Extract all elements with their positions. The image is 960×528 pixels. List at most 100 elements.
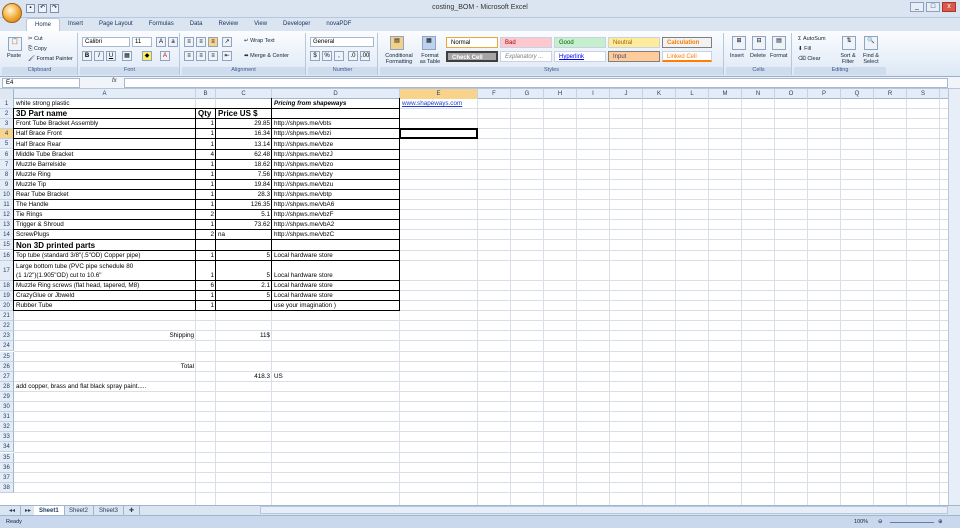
- row-header[interactable]: 38: [0, 482, 14, 493]
- column-header[interactable]: B: [196, 89, 216, 99]
- part-qty-cell[interactable]: 1: [197, 292, 215, 300]
- grow-font-icon[interactable]: A: [156, 37, 166, 47]
- row-header[interactable]: 2: [0, 109, 14, 120]
- tab-review[interactable]: Review: [210, 18, 246, 31]
- row-header[interactable]: 10: [0, 189, 14, 200]
- row-header[interactable]: 32: [0, 422, 14, 433]
- part-link-cell[interactable]: http://shpws.me/vbzF: [273, 211, 399, 219]
- row-header[interactable]: 12: [0, 210, 14, 221]
- part-link-cell[interactable]: http://shpws.me/vbtp: [273, 191, 399, 199]
- column-header[interactable]: I: [577, 89, 610, 99]
- part-price-cell[interactable]: 2.1: [217, 282, 271, 290]
- tab-view[interactable]: View: [246, 18, 275, 31]
- row-header[interactable]: 15: [0, 240, 14, 251]
- part-price-cell[interactable]: 16.34: [217, 130, 271, 138]
- row-header[interactable]: 6: [0, 149, 14, 160]
- part-price-cell[interactable]: na: [217, 231, 271, 239]
- close-button[interactable]: x: [942, 2, 956, 12]
- conditional-formatting-icon[interactable]: ▤: [390, 36, 404, 50]
- row-header[interactable]: 19: [0, 290, 14, 301]
- column-header[interactable]: G: [511, 89, 544, 99]
- header-qty[interactable]: Qty: [197, 110, 215, 118]
- row-header[interactable]: 9: [0, 179, 14, 190]
- format-cells-button[interactable]: Format: [770, 53, 787, 59]
- row-header[interactable]: 23: [0, 331, 14, 342]
- part-name-cell[interactable]: CrazyGlue or Jbweld: [15, 292, 195, 300]
- row-header[interactable]: 20: [0, 301, 14, 312]
- format-as-table-icon[interactable]: ▦: [422, 36, 436, 50]
- orientation-icon[interactable]: ↗: [222, 37, 232, 47]
- row-header[interactable]: 30: [0, 402, 14, 413]
- zoom-slider[interactable]: [890, 522, 934, 523]
- minimize-button[interactable]: _: [910, 2, 924, 12]
- column-header[interactable]: P: [808, 89, 841, 99]
- part-name-cell[interactable]: ScrewPlugs: [15, 231, 195, 239]
- part-name-cell[interactable]: Rear Tube Bracket: [15, 191, 195, 199]
- part-price-cell[interactable]: 126.35: [217, 201, 271, 209]
- align-middle-icon[interactable]: ≡: [196, 37, 206, 47]
- font-name-select[interactable]: Calibri: [82, 37, 130, 47]
- part-qty-cell[interactable]: 1: [197, 171, 215, 179]
- style-normal[interactable]: Normal: [446, 37, 498, 48]
- active-cell-e4[interactable]: [399, 128, 478, 140]
- row-header[interactable]: 22: [0, 321, 14, 332]
- part-name-cell[interactable]: Muzzle Ring: [15, 171, 195, 179]
- part-source-cell[interactable]: use your imagination ): [273, 302, 399, 310]
- total-currency[interactable]: US: [273, 373, 399, 381]
- align-left-icon[interactable]: ≡: [184, 51, 194, 61]
- font-color-icon[interactable]: A: [160, 51, 170, 61]
- part-link-cell[interactable]: http://shpws.me/vbts: [273, 120, 399, 128]
- style-explanatory[interactable]: Explanatory ...: [500, 51, 552, 62]
- part-price-cell[interactable]: 18.62: [217, 161, 271, 169]
- part-name-cell-line2[interactable]: (1 1/2")(1.905"OD) cut to 10.6": [15, 272, 195, 280]
- insert-cells-button[interactable]: Insert: [730, 53, 744, 59]
- shrink-font-icon[interactable]: a: [168, 37, 178, 47]
- name-box[interactable]: E4: [2, 78, 80, 88]
- part-price-cell[interactable]: 28.3: [217, 191, 271, 199]
- part-name-cell[interactable]: Muzzle Barrelside: [15, 161, 195, 169]
- column-header[interactable]: N: [742, 89, 775, 99]
- part-name-cell[interactable]: Muzzle Tip: [15, 181, 195, 189]
- part-name-cell[interactable]: Muzzle Ring screws (flat head, tapered, …: [15, 282, 195, 290]
- column-header[interactable]: S: [907, 89, 940, 99]
- italic-button[interactable]: I: [94, 51, 104, 61]
- tab-page-layout[interactable]: Page Layout: [91, 18, 141, 31]
- column-header[interactable]: K: [643, 89, 676, 99]
- office-button[interactable]: [2, 3, 22, 23]
- row-header[interactable]: 37: [0, 472, 14, 483]
- part-qty-cell[interactable]: 1: [197, 201, 215, 209]
- part-qty-cell[interactable]: 6: [197, 282, 215, 290]
- part-qty-cell[interactable]: 1: [197, 130, 215, 138]
- conditional-formatting-button[interactable]: Conditional Formatting: [382, 53, 416, 65]
- row-header[interactable]: 24: [0, 341, 14, 352]
- format-painter-button[interactable]: 🖌 Format Painter: [28, 56, 73, 62]
- column-header[interactable]: C: [216, 89, 272, 99]
- delete-cells-button[interactable]: Delete: [750, 53, 766, 59]
- column-header[interactable]: L: [676, 89, 709, 99]
- align-bottom-icon[interactable]: ≡: [208, 37, 218, 47]
- part-source-cell[interactable]: Local hardware store: [273, 292, 399, 300]
- column-header[interactable]: A: [14, 89, 196, 99]
- clear-button[interactable]: ⌫ Clear: [798, 56, 820, 62]
- font-size-select[interactable]: 11: [132, 37, 152, 47]
- style-input[interactable]: Input: [608, 51, 660, 62]
- row-header[interactable]: 28: [0, 381, 14, 392]
- increase-decimal-icon[interactable]: .0: [348, 51, 358, 61]
- column-header[interactable]: J: [610, 89, 643, 99]
- part-qty-cell[interactable]: 1: [197, 161, 215, 169]
- row-header[interactable]: 16: [0, 250, 14, 261]
- part-qty-cell[interactable]: 1: [197, 272, 215, 280]
- insert-cells-icon[interactable]: ⊞: [732, 36, 746, 50]
- row-header[interactable]: 35: [0, 452, 14, 463]
- part-price-cell[interactable]: 73.62: [217, 221, 271, 229]
- part-qty-cell[interactable]: 1: [197, 191, 215, 199]
- row-header[interactable]: 7: [0, 159, 14, 170]
- row-header[interactable]: 1: [0, 99, 14, 110]
- part-qty-cell[interactable]: 2: [197, 211, 215, 219]
- number-format-select[interactable]: General: [310, 37, 374, 47]
- part-source-cell[interactable]: Local hardware store: [273, 272, 399, 280]
- style-bad[interactable]: Bad: [500, 37, 552, 48]
- formula-input[interactable]: [124, 78, 948, 88]
- decrease-decimal-icon[interactable]: .00: [360, 51, 370, 61]
- copy-button[interactable]: ⎘ Copy: [28, 46, 47, 53]
